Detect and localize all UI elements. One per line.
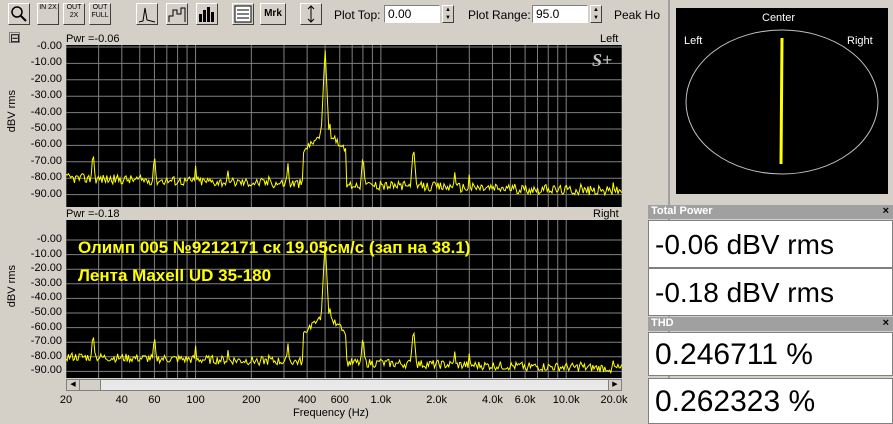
total-power-right-value: -0.18 dBV rms (648, 268, 893, 316)
total-power-title-text: Total Power (651, 205, 713, 217)
step-graph-icon[interactable] (166, 3, 188, 25)
x-tick-label: 40 (115, 394, 128, 406)
y-tick-label: -60.00 (30, 320, 62, 333)
y-tick-label: -50.00 (30, 122, 62, 134)
total-power-left-value: -0.06 dBV rms (648, 220, 893, 268)
close-icon[interactable]: × (883, 205, 889, 217)
top-power-label: Pwr =-0.06 (66, 33, 120, 45)
spectrum-trace (66, 242, 622, 375)
x-tick-label: 600 (330, 394, 349, 406)
x-tick-label: 100 (186, 394, 205, 406)
y-tick-label: -0.00 (36, 40, 62, 52)
x-axis-label: Frequency (Hz) (293, 407, 369, 419)
y-tick-label: -0.00 (36, 233, 62, 245)
bottom-channel-label: Right (593, 208, 619, 220)
top-y-axis-label: dBV rms (6, 90, 18, 133)
line-graph-icon[interactable] (136, 3, 158, 25)
x-tick-label: 1.0k (370, 394, 392, 406)
thd-title-text: THD (651, 317, 674, 329)
bottom-y-axis-label: dBV rms (6, 265, 18, 308)
peak-hold-label: Peak Ho (614, 8, 661, 22)
plot-top-label: Plot Top: (334, 8, 381, 22)
top-channel-label: Left (600, 33, 619, 45)
x-tick-label: 20.0k (600, 394, 628, 406)
zoom-in-2x-button[interactable]: IN 2X (37, 3, 59, 25)
thd-right-value: 0.262323 % (648, 378, 893, 424)
x-tick-label: 60 (148, 394, 161, 406)
settings-panel-icon[interactable] (232, 3, 254, 25)
annotation-line-2: Лента Maxell UD 35-180 (78, 266, 272, 285)
close-icon[interactable]: × (883, 317, 889, 329)
zoom-out-2x-button[interactable]: OUT 2X (63, 3, 85, 25)
plot-top-spinner[interactable]: ▲ ▼ (442, 5, 454, 23)
y-tick-label: -70.00 (30, 154, 62, 167)
scroll-left-icon[interactable]: ◀ (67, 380, 80, 390)
scope-center-label: Center (762, 12, 796, 24)
plot-range-input[interactable]: 95.0 (532, 5, 588, 23)
zoom-out-full-button[interactable]: OUT FULL (89, 3, 111, 25)
x-tick-label: 10.0k (552, 394, 580, 406)
x-tick-label: 6.0k (514, 394, 536, 406)
plot-range-label: Plot Range: (468, 8, 531, 22)
y-tick-label: -90.00 (30, 187, 62, 200)
y-tick-label: -10.00 (30, 247, 62, 260)
thd-left-value: 0.246711 % (648, 332, 893, 376)
spectrum-trace (66, 50, 622, 197)
zoom-icon[interactable] (8, 3, 30, 25)
total-power-title: Total Power × (648, 205, 893, 219)
y-tick-label: -50.00 (30, 306, 62, 318)
y-tick-label: -30.00 (30, 276, 62, 289)
y-tick-label: -40.00 (30, 105, 62, 118)
top-spectrum-plot[interactable] (66, 45, 622, 207)
x-tick-label: 4.0k (482, 394, 503, 406)
annotation-line-1: Олимп 005 №9212171 ск 19.05см/с (зап на … (78, 238, 471, 257)
y-tick-label: -20.00 (30, 72, 62, 85)
scroll-right-icon[interactable]: ▶ (608, 380, 621, 390)
y-tick-label: -10.00 (30, 56, 62, 69)
y-tick-label: -70.00 (30, 335, 62, 348)
phase-scope[interactable]: Left Center Right (676, 8, 888, 194)
y-tick-label: -20.00 (30, 262, 62, 275)
plot-range-spinner[interactable]: ▲ ▼ (590, 5, 602, 23)
bar-graph-icon[interactable] (196, 3, 218, 25)
x-tick-label: 2.0k (426, 394, 448, 406)
thd-title: THD × (648, 317, 893, 331)
marker-button[interactable]: Mrk (260, 3, 286, 25)
plot-top-input[interactable]: 0.00 (384, 5, 440, 23)
y-tick-label: -90.00 (30, 364, 62, 377)
x-tick-label: 200 (242, 394, 261, 406)
spectraplus-watermark: S+ (592, 50, 613, 70)
scope-right-label: Right (847, 35, 873, 47)
bottom-power-label: Pwr =-0.18 (66, 208, 120, 220)
scope-left-label: Left (684, 35, 703, 47)
x-tick-label: 400 (297, 394, 317, 406)
x-tick-label: 20 (59, 394, 73, 406)
y-tick-label: -80.00 (30, 171, 62, 184)
scroll-thumb[interactable] (80, 380, 101, 390)
horizontal-scrollbar[interactable]: ◀ ▶ (66, 379, 622, 391)
y-tick-label: -60.00 (30, 138, 62, 151)
y-tick-label: -30.00 (30, 89, 62, 102)
collapse-button[interactable]: ⊟ (9, 32, 20, 44)
y-tick-label: -40.00 (30, 291, 62, 304)
y-tick-label: -80.00 (30, 349, 62, 362)
vertical-range-icon[interactable] (300, 3, 322, 25)
